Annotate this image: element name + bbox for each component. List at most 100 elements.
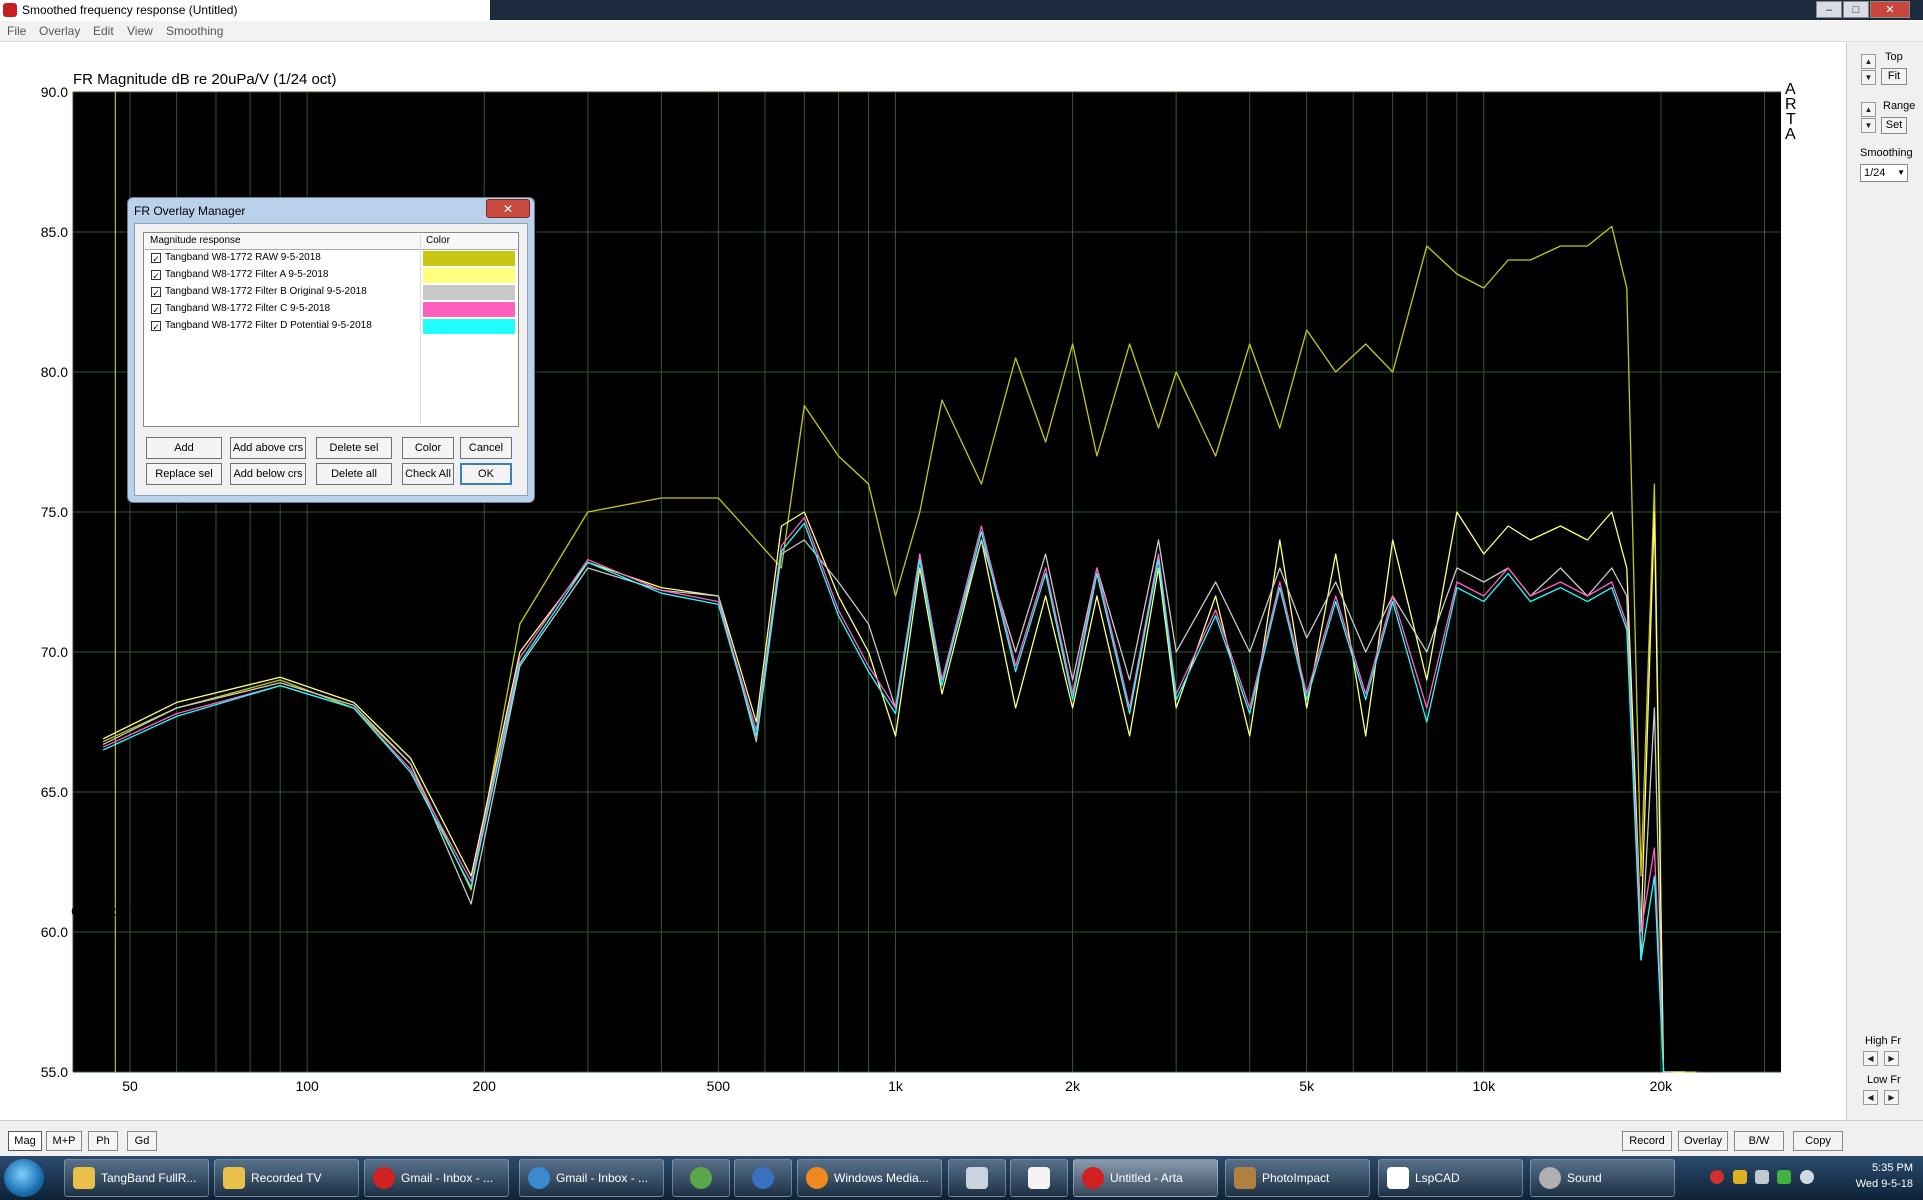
arta-app-icon[interactable]	[3, 3, 17, 17]
add-button[interactable]: Add	[146, 437, 222, 459]
taskbar-item[interactable]: Recorded TV	[214, 1159, 359, 1197]
minimize-button[interactable]: –	[1816, 1, 1842, 18]
overlay-row[interactable]: ✓ Tangband W8-1772 Filter A 9-5-2018	[145, 267, 517, 284]
watermark-a2: A	[1785, 126, 1796, 143]
taskbar-item[interactable]	[1010, 1159, 1068, 1197]
x-tick-labels: 50 100 200 500 1k 2k 5k 10k 20k	[122, 1078, 1673, 1094]
add-above-cursor-button[interactable]: Add above crs	[230, 437, 306, 459]
bw-button[interactable]: B/W	[1734, 1131, 1784, 1151]
row-color-swatch[interactable]	[423, 285, 515, 300]
overlay-list[interactable]: Magnitude response Color ✓ Tangband W8-1…	[143, 232, 519, 427]
row-checkbox[interactable]: ✓	[151, 253, 161, 264]
taskbar-item-label: Untitled - Arta	[1110, 1171, 1183, 1185]
delete-selected-button[interactable]: Delete sel	[316, 437, 392, 459]
top-down-arrow-icon[interactable]: ▼	[1861, 70, 1876, 85]
maximize-button[interactable]: □	[1843, 1, 1869, 18]
taskbar-item[interactable]: TangBand FullR...	[64, 1159, 209, 1197]
taskbar-item[interactable]: PhotoImpact	[1225, 1159, 1370, 1197]
tray-package-icon[interactable]	[1733, 1170, 1747, 1184]
low-freq-label: Low Fr	[1867, 1074, 1901, 1086]
overlay-row[interactable]: ✓ Tangband W8-1772 Filter C 9-5-2018	[145, 301, 517, 318]
taskbar-item-label: PhotoImpact	[1262, 1171, 1330, 1185]
y-tick-label: 75.0	[41, 504, 68, 520]
row-color-swatch[interactable]	[423, 302, 515, 317]
tab-group-delay[interactable]: Gd	[127, 1131, 157, 1151]
taskbar-item[interactable]	[734, 1159, 792, 1197]
list-header: Magnitude response Color	[145, 234, 517, 250]
tab-mag-phase[interactable]: M+P	[46, 1131, 82, 1151]
top-up-arrow-icon[interactable]: ▲	[1861, 54, 1876, 69]
check-all-button[interactable]: Check All	[402, 463, 454, 485]
lspcad-icon	[1387, 1167, 1409, 1189]
tray-battery-icon[interactable]	[1777, 1170, 1791, 1184]
row-color-swatch[interactable]	[423, 251, 515, 266]
start-button[interactable]	[4, 1159, 44, 1197]
calculator-icon	[966, 1167, 988, 1189]
system-clock[interactable]: 5:35 PM Wed 9-5-18	[1856, 1160, 1913, 1192]
taskbar-item[interactable]: Gmail - Inbox - ...	[364, 1159, 509, 1197]
row-color-swatch[interactable]	[423, 268, 515, 283]
clock-time: 5:35 PM	[1872, 1162, 1913, 1174]
overlay-button[interactable]: Overlay	[1678, 1131, 1728, 1151]
tray-signal-icon[interactable]	[1755, 1170, 1769, 1184]
tab-magnitude[interactable]: Mag	[8, 1131, 42, 1151]
taskbar-item-label: Gmail - Inbox - ...	[401, 1171, 494, 1185]
ok-button[interactable]: OK	[460, 463, 512, 485]
range-label: Range	[1883, 100, 1916, 112]
document-icon	[1028, 1167, 1050, 1189]
row-checkbox[interactable]: ✓	[151, 287, 161, 298]
color-button[interactable]: Color	[402, 437, 454, 459]
menu-file[interactable]: File	[7, 24, 26, 38]
menu-view[interactable]: View	[127, 24, 153, 38]
add-below-cursor-button[interactable]: Add below crs	[230, 463, 306, 485]
column-color[interactable]: Color	[426, 235, 450, 246]
taskbar-item-active[interactable]: Untitled - Arta	[1073, 1159, 1218, 1197]
row-checkbox[interactable]: ✓	[151, 270, 161, 281]
low-freq-right-arrow-icon[interactable]: ▶	[1884, 1090, 1899, 1105]
chevron-down-icon[interactable]: ▼	[1897, 165, 1905, 181]
folder-icon	[73, 1167, 95, 1189]
dialog-close-button[interactable]: ✕	[486, 199, 530, 218]
cursor-readout: Cursor: 47.2 Hz, 66.62 dB	[71, 903, 233, 919]
tray-record-icon[interactable]	[1710, 1170, 1724, 1184]
high-freq-right-arrow-icon[interactable]: ▶	[1884, 1051, 1899, 1066]
smoothing-select[interactable]: 1/24 ▼	[1860, 164, 1908, 182]
taskbar-item[interactable]	[672, 1159, 730, 1197]
cancel-button[interactable]: Cancel	[460, 437, 512, 459]
replace-selected-button[interactable]: Replace sel	[146, 463, 222, 485]
menu-overlay[interactable]: Overlay	[39, 24, 80, 38]
row-label: Tangband W8-1772 Filter C 9-5-2018	[165, 303, 331, 314]
close-button[interactable]: ✕	[1870, 1, 1910, 18]
x-tick-label: 1k	[888, 1078, 904, 1094]
row-color-swatch[interactable]	[423, 319, 515, 334]
high-freq-left-arrow-icon[interactable]: ◀	[1863, 1051, 1878, 1066]
row-checkbox[interactable]: ✓	[151, 304, 161, 315]
arta-icon	[1082, 1167, 1104, 1189]
taskbar-item[interactable]: Gmail - Inbox - ...	[519, 1159, 664, 1197]
record-button[interactable]: Record	[1622, 1131, 1672, 1151]
taskbar-item[interactable]: LspCAD	[1378, 1159, 1523, 1197]
taskbar-item[interactable]: Windows Media...	[797, 1159, 942, 1197]
overlay-row[interactable]: ✓ Tangband W8-1772 Filter D Potential 9-…	[145, 318, 517, 335]
overlay-row[interactable]: ✓ Tangband W8-1772 Filter B Original 9-5…	[145, 284, 517, 301]
delete-all-button[interactable]: Delete all	[316, 463, 392, 485]
range-set-button[interactable]: Set	[1881, 117, 1907, 134]
range-up-arrow-icon[interactable]: ▲	[1861, 102, 1876, 117]
taskbar-item[interactable]: Sound	[1530, 1159, 1675, 1197]
menu-smoothing[interactable]: Smoothing	[166, 24, 223, 38]
copy-button[interactable]: Copy	[1793, 1131, 1843, 1151]
low-freq-left-arrow-icon[interactable]: ◀	[1863, 1090, 1878, 1105]
tab-phase[interactable]: Ph	[88, 1131, 118, 1151]
overlay-row[interactable]: ✓ Tangband W8-1772 RAW 9-5-2018	[145, 250, 517, 267]
range-down-arrow-icon[interactable]: ▼	[1861, 118, 1876, 133]
tray-volume-icon[interactable]	[1800, 1170, 1814, 1184]
taskbar-item[interactable]	[948, 1159, 1006, 1197]
column-magnitude-response[interactable]: Magnitude response	[150, 235, 241, 246]
x-tick-label: 10k	[1473, 1078, 1497, 1094]
opera-icon	[373, 1167, 395, 1189]
menu-edit[interactable]: Edit	[93, 24, 114, 38]
taskbar-item-label: Sound	[1567, 1171, 1602, 1185]
row-checkbox[interactable]: ✓	[151, 321, 161, 332]
fit-button[interactable]: Fit	[1881, 68, 1907, 85]
x-tick-label: 500	[707, 1078, 731, 1094]
